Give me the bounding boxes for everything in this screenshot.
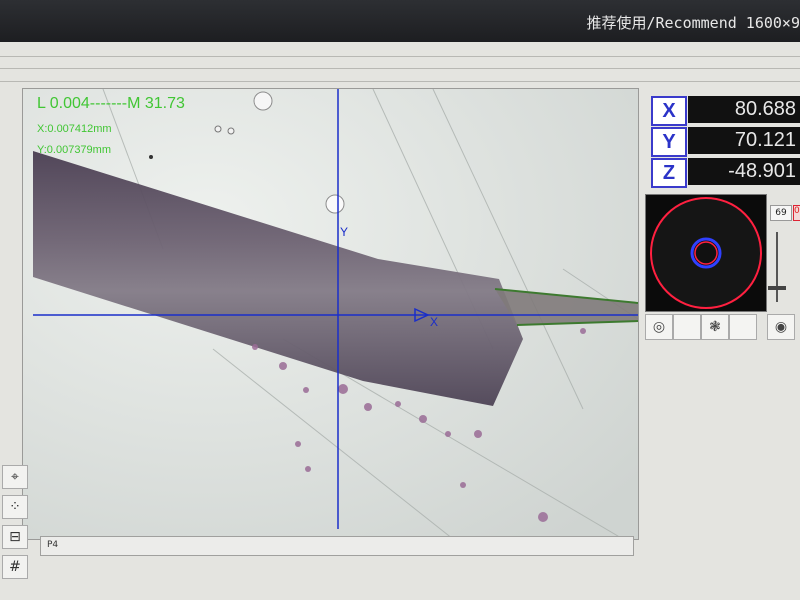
light-button-blank-2[interactable] (729, 314, 757, 340)
y-axis-key[interactable]: Y (651, 127, 687, 157)
measure-tool-icon[interactable]: ⌖ (2, 465, 28, 489)
panel-top-border (0, 81, 800, 82)
measurement-x-readout: X:0.007412mm (37, 123, 112, 135)
grid-icon[interactable]: # (2, 555, 28, 579)
status-bar: P4 (40, 536, 634, 556)
measurement-length-readout: L 0.004-------M 31.73 (37, 95, 185, 112)
brightness-slider-thumb[interactable] (768, 286, 786, 290)
recommend-resolution-hint: 推荐使用/Recommend 1600×9 (586, 14, 800, 32)
surface-light-icon[interactable]: ◉ (767, 314, 795, 340)
status-label: P4 (47, 540, 59, 550)
camera-image (23, 89, 638, 539)
crosshair-x-label: X (430, 315, 439, 329)
light-ring-panel[interactable] (645, 194, 767, 312)
ring-light-icon[interactable]: ❃ (701, 314, 729, 340)
light-button-blank-1[interactable] (673, 314, 701, 340)
x-axis-value: 80.688 (688, 96, 800, 123)
zoom-red-indicator: 0 (793, 205, 800, 221)
coaxial-light-icon[interactable]: ◎ (645, 314, 673, 340)
brightness-slider[interactable] (776, 232, 778, 302)
top-bar: 推荐使用/Recommend 1600×9 (0, 0, 800, 42)
light-ring-icon (650, 197, 762, 309)
fit-view-icon[interactable]: ⊟ (2, 525, 28, 549)
points-grid-icon[interactable]: ⁘ (2, 495, 28, 519)
zoom-value[interactable]: 69 (770, 205, 792, 221)
z-axis-value: -48.901 (688, 158, 800, 185)
x-axis-key[interactable]: X (651, 96, 687, 126)
camera-view[interactable]: L 0.004-------M 31.73 X:0.007412mm Y:0.0… (22, 88, 639, 540)
crosshair-y-label: Y (340, 225, 349, 239)
menu-strip (0, 56, 800, 57)
measurement-y-readout: Y:0.007379mm (37, 144, 111, 156)
y-axis-value: 70.121 (688, 127, 800, 154)
z-axis-key[interactable]: Z (651, 158, 687, 188)
toolbar-strip (0, 68, 800, 69)
